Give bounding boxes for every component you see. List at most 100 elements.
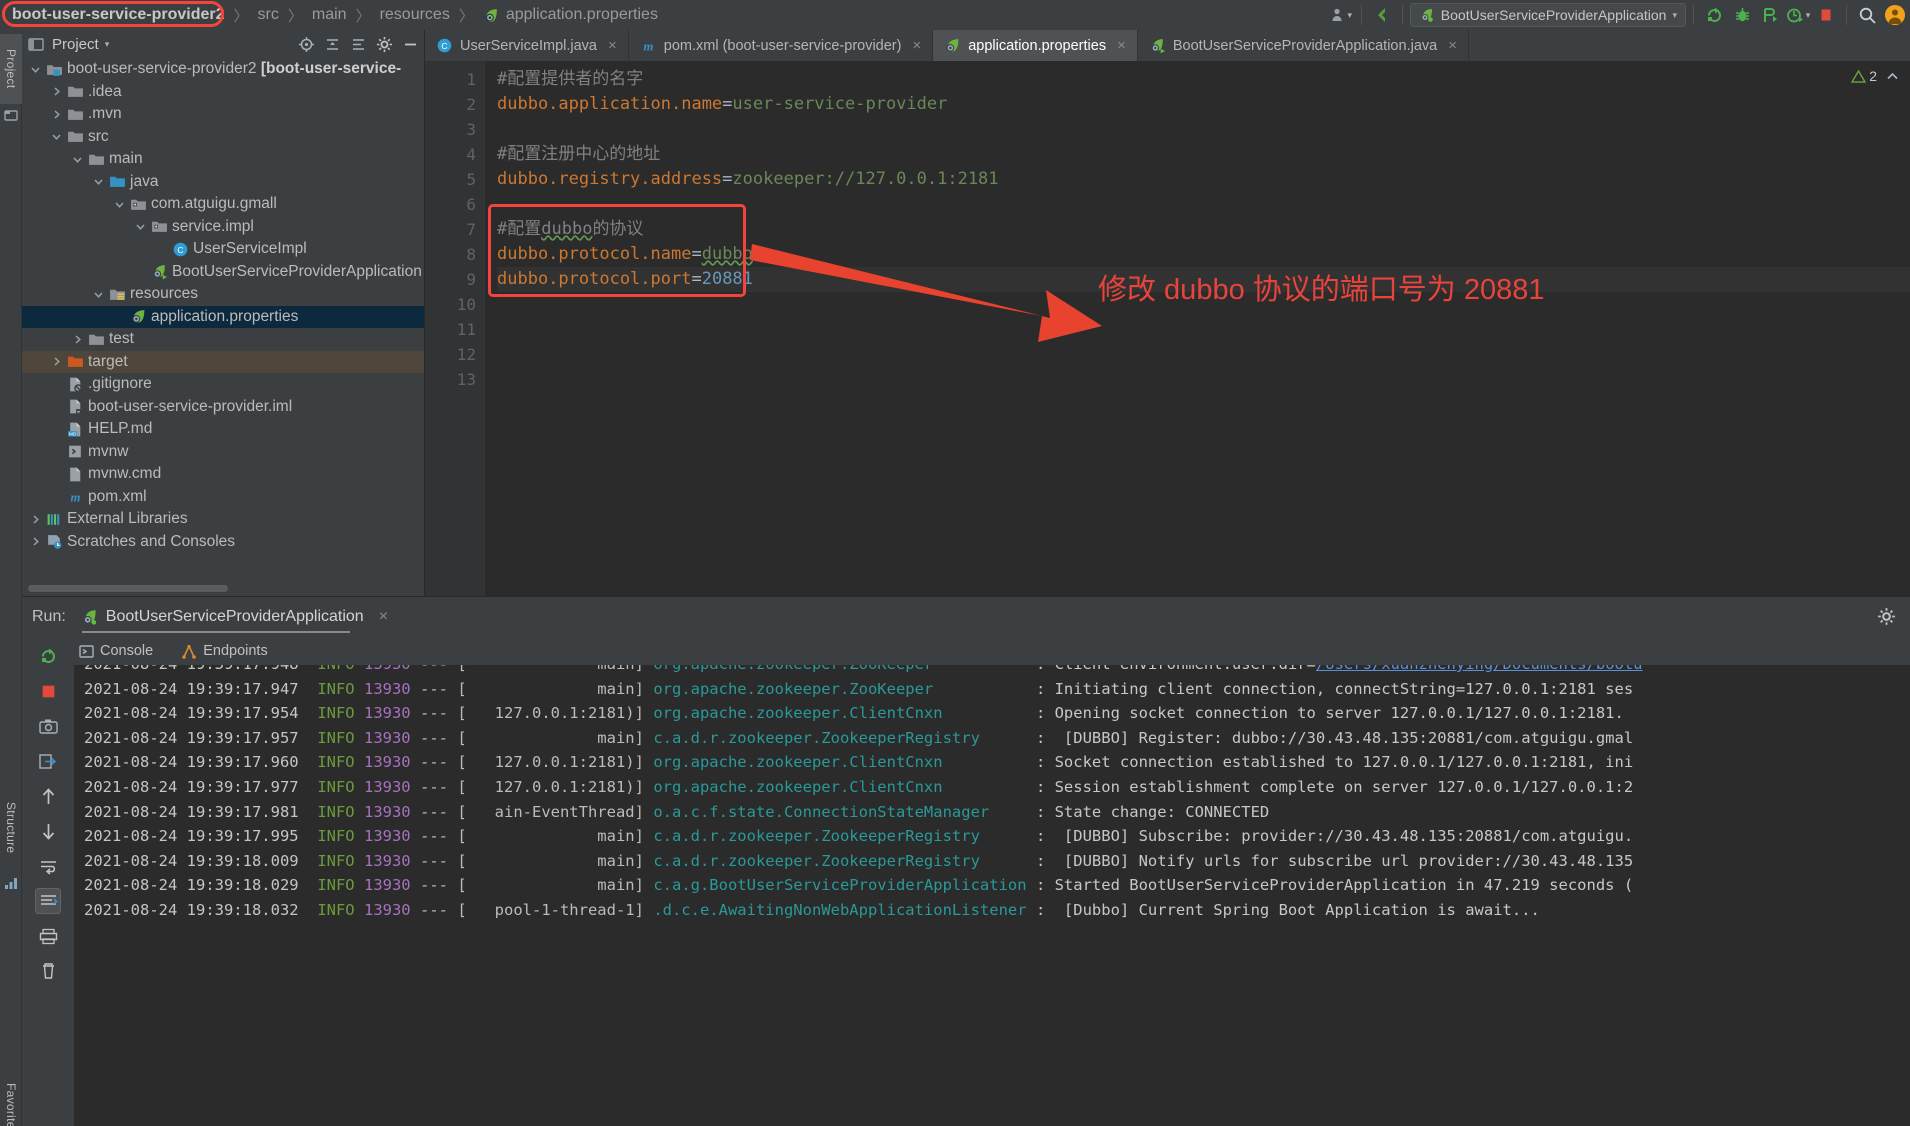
tree-node[interactable]: target	[22, 350, 424, 373]
close-icon[interactable]: ×	[379, 608, 388, 626]
editor-code-area[interactable]: #配置提供者的名字 dubbo.application.name=user-ser…	[485, 61, 1910, 596]
profiler-icon[interactable]: ▾	[1785, 2, 1811, 28]
tree-node[interactable]: External Libraries	[22, 508, 424, 531]
tree-node[interactable]: .mvn	[22, 103, 424, 126]
code-line[interactable]	[497, 342, 1910, 367]
chevron-down-icon[interactable]	[135, 221, 149, 232]
target-locate-icon[interactable]	[296, 34, 316, 54]
tree-node[interactable]: mvnw	[22, 441, 424, 464]
tab-console[interactable]: Console	[74, 643, 158, 659]
camera-icon[interactable]	[35, 713, 61, 739]
run-tab[interactable]: BootUserServiceProviderApplication ×	[75, 602, 394, 632]
chevron-down-icon[interactable]	[93, 176, 107, 187]
code-line[interactable]: dubbo.application.name=user-service-prov…	[497, 92, 1910, 117]
tree-node[interactable]: resources	[22, 283, 424, 306]
code-line[interactable]	[497, 367, 1910, 392]
sidebar-tab-structure[interactable]: Structure	[0, 790, 22, 866]
rerun-icon[interactable]	[35, 643, 61, 669]
chevron-down-icon[interactable]	[93, 289, 107, 300]
back-arrow-icon[interactable]	[1369, 2, 1395, 28]
chevron-up-icon[interactable]	[1885, 69, 1900, 84]
tree-node[interactable]: Scratches and Consoles	[22, 531, 424, 554]
settings-gear-icon[interactable]	[374, 34, 394, 54]
hide-minus-icon[interactable]	[400, 34, 420, 54]
chevron-down-icon[interactable]	[114, 199, 128, 210]
tree-node[interactable]: BootUserServiceProviderApplication	[22, 261, 424, 284]
scroll-end-icon[interactable]	[35, 888, 61, 914]
tree-node[interactable]: test	[22, 328, 424, 351]
chevron-down-icon[interactable]	[51, 131, 65, 142]
chevron-right-icon[interactable]	[72, 334, 86, 345]
stop-icon[interactable]	[1813, 2, 1839, 28]
chevron-down-icon[interactable]	[72, 154, 86, 165]
code-line[interactable]	[497, 117, 1910, 142]
chevron-down-icon[interactable]	[30, 64, 44, 75]
down-arrow-icon[interactable]	[35, 818, 61, 844]
settings-gear-icon[interactable]	[1877, 607, 1896, 626]
up-arrow-icon[interactable]	[35, 783, 61, 809]
stop-red-icon[interactable]	[35, 678, 61, 704]
code-line[interactable]: #配置dubbo的协议	[497, 217, 1910, 242]
code-line[interactable]: #配置注册中心的地址	[497, 142, 1910, 167]
soft-wrap-icon[interactable]	[35, 853, 61, 879]
chevron-right-icon[interactable]	[30, 514, 44, 525]
tree-node[interactable]: mvnw.cmd	[22, 463, 424, 486]
project-tree[interactable]: boot-user-service-provider2 [boot-user-s…	[22, 58, 424, 578]
breadcrumb-item-resources[interactable]: resources	[376, 6, 454, 24]
horizontal-scrollbar[interactable]	[28, 585, 228, 592]
tree-node[interactable]: C UserServiceImpl	[22, 238, 424, 261]
tree-node[interactable]: boot-user-service-provider.iml	[22, 396, 424, 419]
tree-node[interactable]: src	[22, 126, 424, 149]
export-icon[interactable]	[35, 748, 61, 774]
chevron-right-icon[interactable]	[51, 356, 65, 367]
breadcrumb-item-project[interactable]: boot-user-service-provider2	[8, 6, 229, 24]
breadcrumb-item-main[interactable]: main	[308, 6, 351, 24]
breadcrumb-item-src[interactable]: src	[254, 6, 283, 24]
chevron-down-icon[interactable]: ▾	[105, 39, 110, 50]
tree-node[interactable]: .idea	[22, 81, 424, 104]
tree-node[interactable]: application.properties	[22, 305, 424, 328]
editor-tab[interactable]: BootUserServiceProviderApplication.java ×	[1138, 30, 1469, 61]
close-icon[interactable]: ×	[912, 37, 921, 54]
sidebar-tab-project[interactable]: Project	[0, 34, 22, 104]
tree-node[interactable]: m pom.xml	[22, 486, 424, 509]
code-line[interactable]: dubbo.registry.address=zookeeper://127.0…	[497, 167, 1910, 192]
debug-bug-icon[interactable]	[1729, 2, 1755, 28]
tree-node[interactable]: java	[22, 171, 424, 194]
tree-node[interactable]: MD HELP.md	[22, 418, 424, 441]
code-line[interactable]	[497, 192, 1910, 217]
avatar-icon[interactable]	[1882, 2, 1908, 28]
user-icon[interactable]: ▾	[1328, 2, 1354, 28]
tree-node[interactable]: service.impl	[22, 216, 424, 239]
code-line[interactable]: #配置提供者的名字	[497, 67, 1910, 92]
print-icon[interactable]	[35, 923, 61, 949]
close-icon[interactable]: ×	[1448, 37, 1457, 54]
chevron-right-icon[interactable]	[51, 86, 65, 97]
breadcrumb-item-file[interactable]: application.properties	[479, 6, 662, 24]
tab-endpoints[interactable]: Endpoints	[176, 643, 273, 659]
tree-node[interactable]: main	[22, 148, 424, 171]
run-coverage-icon[interactable]	[1757, 2, 1783, 28]
run-icon[interactable]	[1701, 2, 1727, 28]
run-label: Run:	[32, 608, 66, 625]
editor-tab[interactable]: m pom.xml (boot-user-service-provider) ×	[629, 30, 934, 61]
chevron-right-icon[interactable]	[30, 536, 44, 547]
collapse-all-icon[interactable]	[322, 34, 342, 54]
code-line[interactable]	[497, 317, 1910, 342]
tree-node[interactable]: .gitignore	[22, 373, 424, 396]
code-line[interactable]: dubbo.protocol.name=dubbo	[497, 242, 1910, 267]
close-icon[interactable]: ×	[608, 37, 617, 54]
tree-node[interactable]: com.atguigu.gmall	[22, 193, 424, 216]
expand-all-icon[interactable]	[348, 34, 368, 54]
console-output[interactable]: 2021-08-24 19:39:17.948 INFO 13930 --- […	[74, 665, 1910, 1126]
editor-tab[interactable]: C UserServiceImpl.java ×	[425, 30, 629, 61]
tree-node[interactable]: boot-user-service-provider2 [boot-user-s…	[22, 58, 424, 81]
search-icon[interactable]	[1854, 2, 1880, 28]
close-icon[interactable]: ×	[1117, 37, 1126, 54]
sidebar-tab-favorites[interactable]: Favorites	[0, 1070, 22, 1126]
warning-triangle-icon[interactable]: 2	[1851, 68, 1877, 84]
editor-tab[interactable]: application.properties ×	[933, 30, 1138, 61]
chevron-right-icon[interactable]	[51, 109, 65, 120]
run-configuration-selector[interactable]: BootUserServiceProviderApplication ▾	[1409, 3, 1686, 27]
trash-icon[interactable]	[35, 958, 61, 984]
